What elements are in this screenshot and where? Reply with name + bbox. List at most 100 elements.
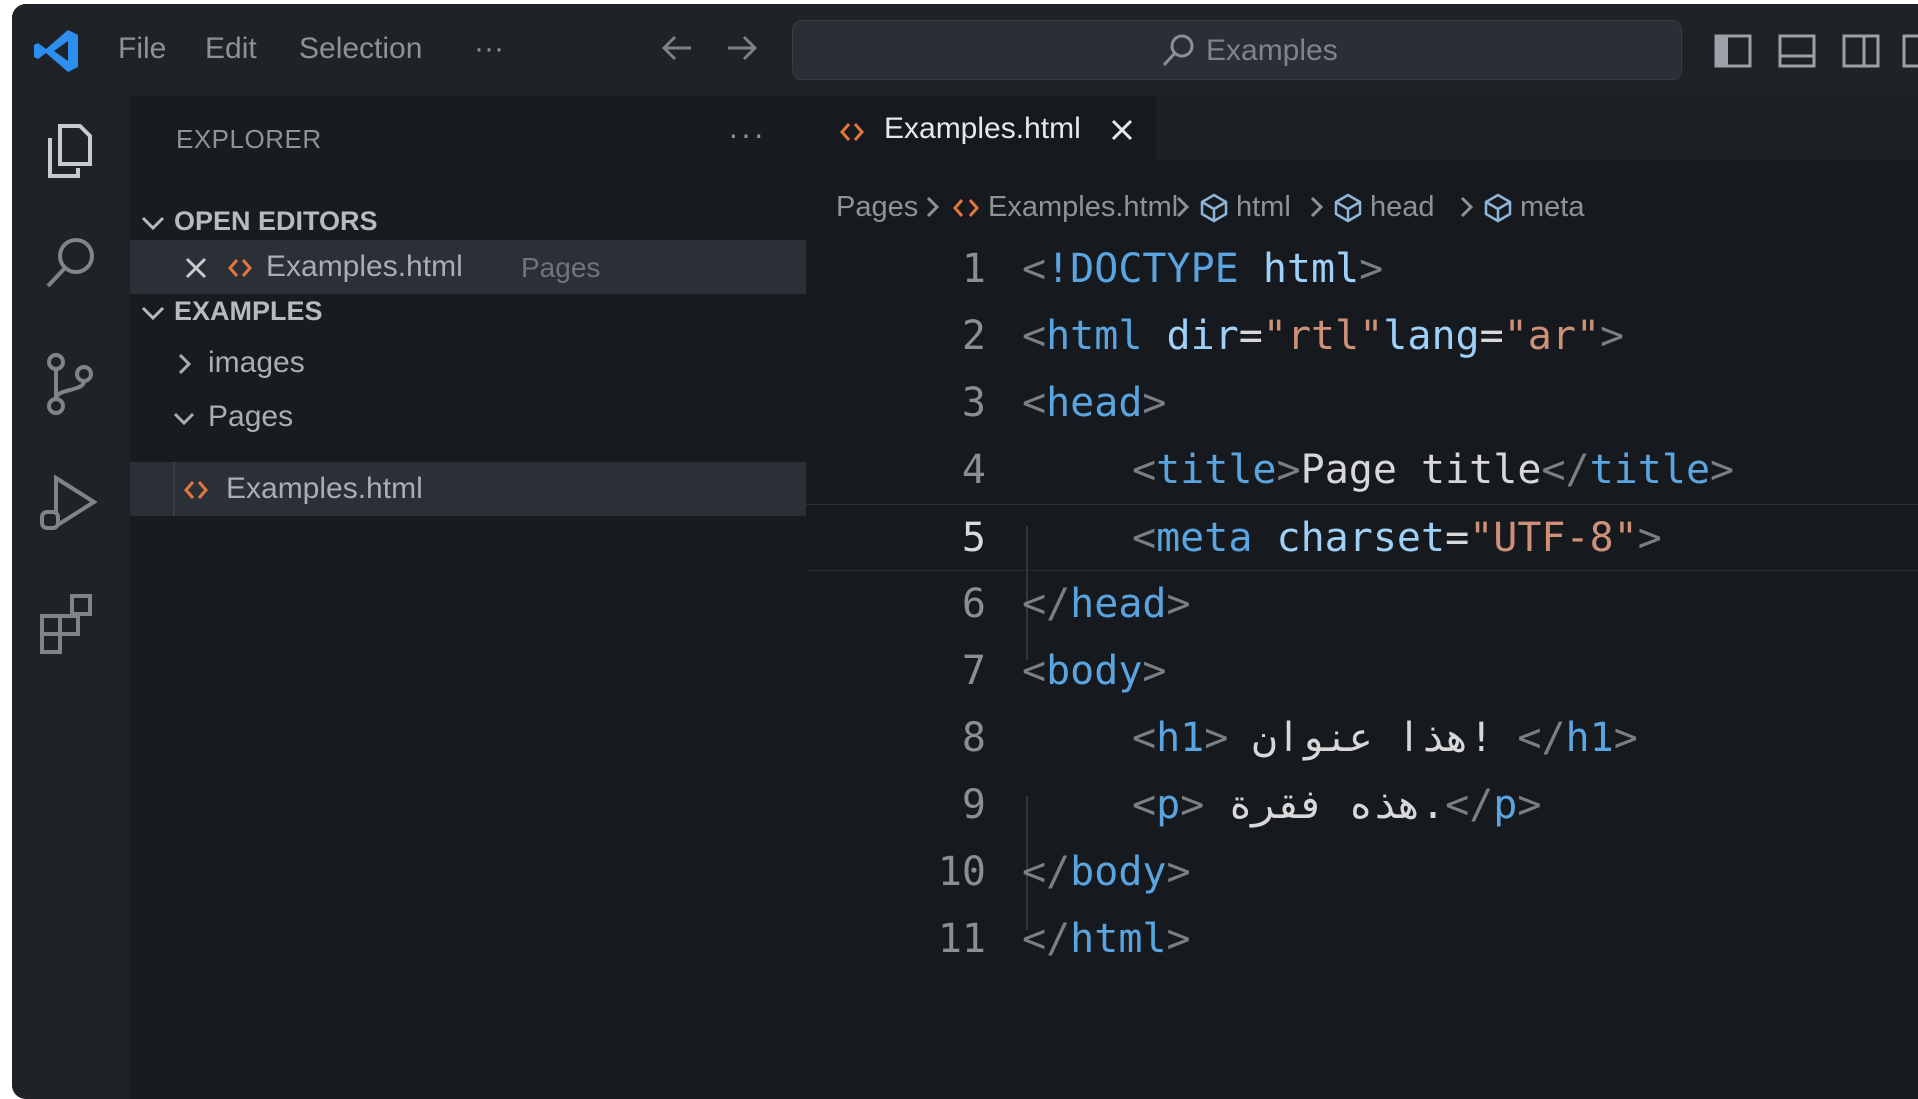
menu-file[interactable]: File [118, 31, 166, 67]
code-text: <meta charset="UTF-8"> [1022, 515, 1662, 561]
code-token: </ [1445, 782, 1494, 828]
symbol-element-icon [1484, 193, 1512, 223]
tab-examples-html[interactable]: Examples.html [806, 96, 1156, 162]
code-token: "ar" [1503, 313, 1601, 359]
workspace-label: EXAMPLES [174, 296, 323, 326]
code-token: = [1238, 313, 1263, 359]
code-token: !DOCTYPE [1046, 246, 1239, 292]
chevron-down-icon [173, 412, 195, 426]
breadcrumb-pages[interactable]: Pages [836, 188, 918, 226]
folder-images[interactable]: images [130, 336, 806, 390]
code-token: dir [1166, 313, 1239, 359]
code-token: > [1142, 380, 1167, 426]
code-token: < [1132, 447, 1157, 493]
code-token: > [1637, 515, 1662, 561]
back-arrow-icon[interactable] [657, 28, 697, 68]
file-examples-html[interactable]: Examples.html [130, 462, 806, 516]
line-number: 3 [961, 380, 986, 426]
code-text: <head> [1022, 380, 1167, 426]
code-token: p [1156, 782, 1181, 828]
line-number: 1 [961, 246, 986, 292]
code-token: هذه فقرة. [1204, 782, 1446, 828]
code-token: < [1022, 380, 1047, 426]
code-line[interactable]: 1 <!DOCTYPE html> [806, 236, 1918, 303]
code-token: < [1022, 648, 1047, 694]
command-center[interactable]: Examples [792, 20, 1682, 80]
code-line[interactable]: 8 <h1> هذا عنوان! </h1> [806, 705, 1918, 772]
code-line[interactable]: 11 </html> [806, 906, 1918, 973]
menu-more[interactable]: ··· [474, 31, 504, 67]
code-token: title [1589, 447, 1711, 493]
breadcrumb-meta[interactable]: meta [1520, 188, 1584, 226]
breadcrumb-file[interactable]: Examples.html [988, 188, 1178, 226]
sidebar-title: EXPLORER [176, 124, 322, 154]
line-number: 5 [961, 515, 986, 561]
code-line[interactable]: 9 <p> هذه فقرة.</p> [806, 772, 1918, 839]
folder-label: Pages [208, 400, 294, 433]
code-token: head [1046, 380, 1143, 426]
breadcrumb-head[interactable]: head [1370, 188, 1435, 226]
explorer-icon[interactable] [34, 116, 106, 188]
code-token: p [1493, 782, 1518, 828]
chevron-right-icon [1310, 196, 1324, 218]
code-text: <html dir="rtl"lang="ar"> [1022, 313, 1624, 359]
editor-area: Examples.html Pages Examples.html html h… [806, 96, 1918, 1099]
run-and-debug-icon[interactable] [34, 468, 106, 540]
toggle-panel-icon[interactable] [1776, 30, 1818, 72]
code-token: </ [1022, 581, 1071, 627]
symbol-element-icon [1200, 193, 1228, 223]
code-text: </head> [1022, 581, 1191, 627]
extensions-icon[interactable] [34, 588, 106, 660]
code-token: charset [1276, 515, 1446, 561]
code-token: > [1204, 715, 1229, 761]
menu-selection[interactable]: Selection [299, 31, 422, 67]
code-text: <!DOCTYPE html> [1022, 246, 1383, 292]
code-line[interactable]: 2 <html dir="rtl"lang="ar"> [806, 303, 1918, 370]
code-token: </ [1517, 715, 1566, 761]
tree-indent-guide [173, 462, 175, 516]
sidebar-more-actions[interactable]: ··· [728, 116, 766, 153]
source-control-icon[interactable] [34, 348, 106, 420]
code-token: </ [1022, 849, 1071, 895]
code-token: lang [1383, 313, 1480, 359]
search-icon [1162, 34, 1194, 67]
tab-label: Examples.html [884, 112, 1081, 145]
code-token: body [1070, 849, 1167, 895]
workspace-header[interactable]: EXAMPLES [130, 288, 806, 338]
close-icon[interactable] [182, 254, 210, 282]
menu-edit[interactable]: Edit [205, 31, 257, 67]
chevron-down-icon [141, 216, 165, 231]
toggle-secondary-sidebar-icon[interactable] [1840, 30, 1882, 72]
forward-arrow-icon[interactable] [722, 28, 762, 68]
code-token: > [1180, 782, 1205, 828]
vscode-logo-icon[interactable] [32, 26, 82, 76]
code-line[interactable]: 4 <title>Page title</title> [806, 437, 1918, 504]
close-icon[interactable] [1108, 116, 1136, 144]
code-line[interactable]: 7 <body> [806, 638, 1918, 705]
html-file-icon [228, 259, 252, 277]
code-line[interactable]: 6 </head> [806, 571, 1918, 638]
code-token: < [1132, 515, 1157, 561]
toggle-primary-sidebar-icon[interactable] [1712, 30, 1754, 72]
code-line[interactable]: 5 <meta charset="UTF-8"> [806, 504, 1918, 571]
open-editor-filename: Examples.html [266, 250, 463, 283]
chevron-down-icon [141, 306, 165, 321]
vscode-window: File Edit Selection ··· Examples EXPLORE… [12, 4, 1918, 1099]
code-line[interactable]: 3 <head> [806, 370, 1918, 437]
customize-layout-icon[interactable] [1900, 30, 1918, 72]
code-text: <h1> هذا عنوان! </h1> [1022, 715, 1638, 761]
code-line[interactable]: 10 </body> [806, 839, 1918, 906]
folder-pages[interactable]: Pages [130, 390, 806, 444]
code-token: < [1022, 246, 1047, 292]
code-token: > [1613, 715, 1638, 761]
code-token: > [1166, 849, 1191, 895]
open-editor-item[interactable]: Examples.html Pages [130, 240, 806, 294]
code-token: > [1142, 648, 1167, 694]
search-icon[interactable] [34, 228, 106, 300]
code-token: </ [1022, 916, 1071, 962]
title-bar: File Edit Selection ··· Examples [12, 4, 1918, 96]
code-token: هذا عنوان! [1228, 715, 1518, 761]
breadcrumb-html[interactable]: html [1236, 188, 1291, 226]
